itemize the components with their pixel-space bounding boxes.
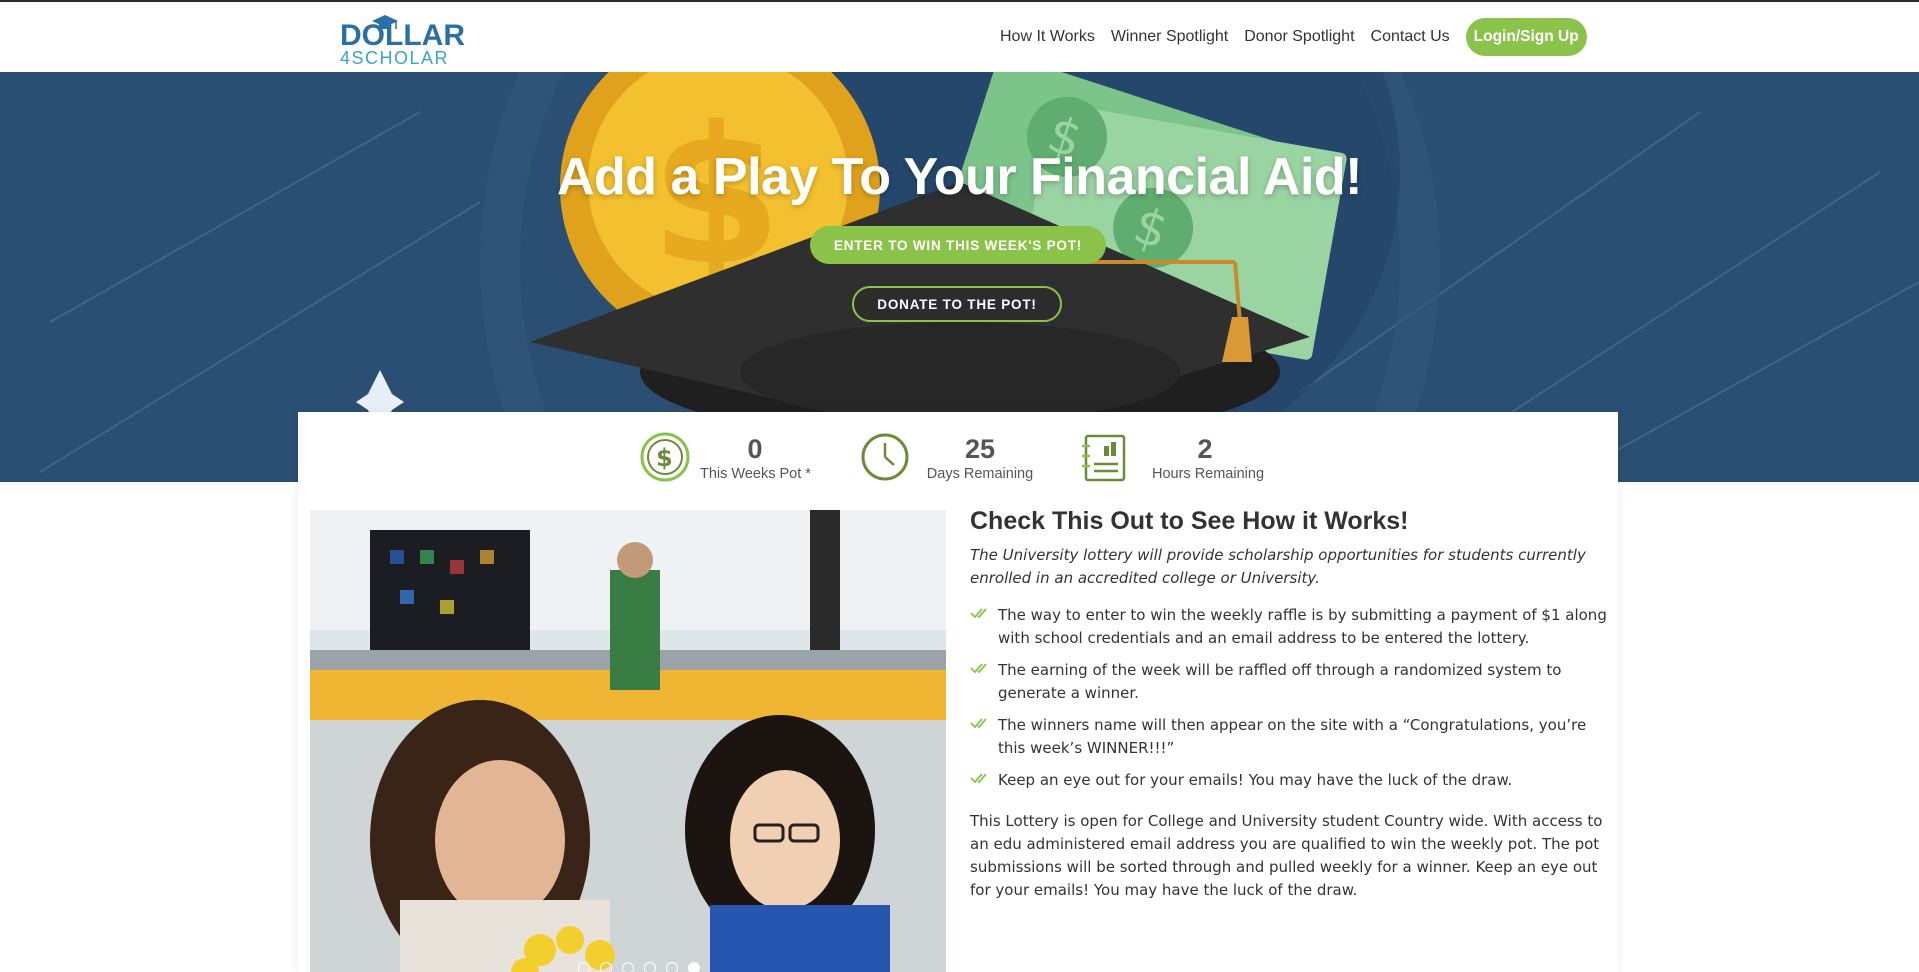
slider-dot[interactable] bbox=[644, 962, 656, 972]
list-item-text: Keep an eye out for your emails! You may… bbox=[998, 771, 1513, 789]
slider-dot[interactable] bbox=[600, 962, 612, 972]
slider-dot[interactable] bbox=[578, 962, 590, 972]
site-logo[interactable]: DOLLAR 4SCHOLAR bbox=[340, 14, 465, 68]
checklist-icon bbox=[1082, 434, 1126, 482]
how-it-works-section: Check This Out to See How it Works! The … bbox=[970, 507, 1610, 902]
double-check-icon bbox=[970, 773, 987, 784]
stat-label: This Weeks Pot * bbox=[700, 466, 811, 482]
nav-how-it-works[interactable]: How It Works bbox=[1000, 28, 1095, 46]
list-item: The winners name will then appear on the… bbox=[970, 714, 1610, 760]
stats-bar: $ 0 This Weeks Pot * 25 Days Remaining 2… bbox=[298, 412, 1618, 507]
hero-title: Add a Play To Your Financial Aid! bbox=[556, 148, 1363, 206]
slider-dots bbox=[578, 962, 710, 972]
login-signup-button[interactable]: Login/Sign Up bbox=[1465, 18, 1587, 56]
stat-value: 2 bbox=[1197, 434, 1213, 464]
nav-donor-spotlight[interactable]: Donor Spotlight bbox=[1244, 28, 1354, 46]
logo-line-2: 4SCHOLAR bbox=[340, 48, 450, 68]
info-card: $ 0 This Weeks Pot * 25 Days Remaining 2… bbox=[298, 412, 1618, 972]
list-item-text: The earning of the week will be raffled … bbox=[998, 661, 1562, 702]
double-check-icon bbox=[970, 608, 987, 619]
double-check-icon bbox=[970, 718, 987, 729]
main-nav: How It Works Winner Spotlight Donor Spot… bbox=[1000, 16, 1587, 58]
list-item-text: The winners name will then appear on the… bbox=[998, 716, 1587, 757]
how-it-works-list: The way to enter to win the weekly raffl… bbox=[970, 604, 1610, 792]
enter-to-win-button[interactable]: ENTER TO WIN THIS WEEK'S POT! bbox=[810, 226, 1106, 264]
list-item: Keep an eye out for your emails! You may… bbox=[970, 769, 1610, 792]
stat-weekly-pot: $ 0 This Weeks Pot * bbox=[640, 432, 820, 492]
nav-winner-spotlight[interactable]: Winner Spotlight bbox=[1111, 28, 1228, 46]
stat-label: Days Remaining bbox=[926, 466, 1034, 482]
list-item: The way to enter to win the weekly raffl… bbox=[970, 604, 1610, 650]
dollar-coin-icon: $ bbox=[640, 432, 690, 482]
list-item: The earning of the week will be raffled … bbox=[970, 659, 1610, 705]
stat-value: 0 bbox=[747, 434, 763, 464]
slider-dot-active[interactable] bbox=[688, 962, 700, 972]
clock-icon bbox=[861, 433, 909, 481]
students-photo bbox=[310, 510, 946, 972]
donate-button[interactable]: DONATE TO THE POT! bbox=[852, 286, 1062, 322]
svg-text:$: $ bbox=[656, 444, 673, 472]
students-photo-illustration bbox=[310, 510, 946, 972]
slider-dot[interactable] bbox=[622, 962, 634, 972]
graduation-cap-icon bbox=[372, 15, 398, 29]
slider-dot[interactable] bbox=[666, 962, 678, 972]
stat-label: Hours Remaining bbox=[1151, 466, 1265, 482]
stat-value: 25 bbox=[964, 434, 996, 464]
how-it-works-paragraph: This Lottery is open for College and Uni… bbox=[970, 812, 1603, 899]
double-check-icon bbox=[970, 663, 987, 674]
list-item-text: The way to enter to win the weekly raffl… bbox=[998, 606, 1607, 647]
stat-days-remaining: 25 Days Remaining bbox=[860, 432, 1040, 492]
site-header: DOLLAR 4SCHOLAR How It Works Winner Spot… bbox=[0, 2, 1919, 72]
nav-contact-us[interactable]: Contact Us bbox=[1371, 28, 1450, 46]
how-it-works-heading: Check This Out to See How it Works! bbox=[970, 507, 1409, 535]
logo-line-1: DOLLAR bbox=[340, 19, 465, 52]
stat-hours-remaining: 2 Hours Remaining bbox=[1080, 432, 1280, 492]
how-it-works-intro: The University lottery will provide scho… bbox=[970, 546, 1586, 587]
